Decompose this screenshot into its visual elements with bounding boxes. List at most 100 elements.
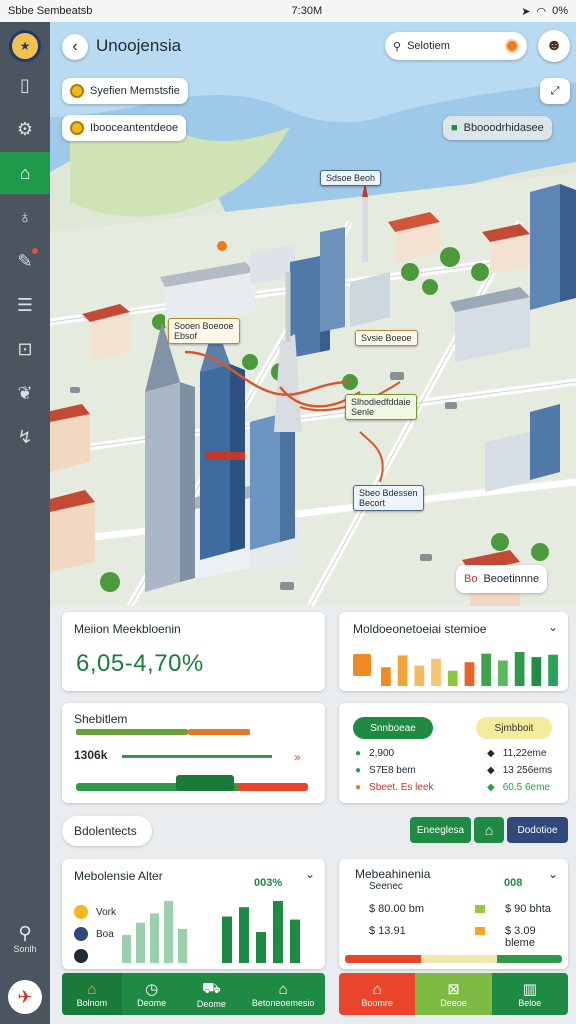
bank-icon: ⌂ — [278, 980, 288, 998]
coin-icon — [70, 121, 84, 135]
stat-track-highlight — [176, 775, 234, 791]
map-chip-top-label: Syefien Memstsfie — [90, 85, 180, 97]
finance-action-2[interactable]: ▥ Beloe — [491, 973, 568, 1015]
map-chip-bottom[interactable]: Bo Beoetinnne — [456, 565, 548, 593]
microphone-icon[interactable] — [505, 39, 519, 53]
tracker-bar — [256, 932, 266, 963]
map-illustration — [50, 22, 576, 606]
finance-card[interactable]: Mebeahinenia Seenec 008 ⌄ $ 80.00 bm $ 9… — [339, 859, 568, 969]
sidebar-item-documents[interactable]: ▯ — [0, 64, 50, 106]
map-chip-second[interactable]: Ibooceantentdeoe — [62, 115, 187, 141]
split-right-button[interactable]: Sjmbboit — [476, 717, 552, 739]
market-card-value: 6,05-4,70% — [76, 650, 204, 677]
stat-line — [122, 755, 272, 758]
mobility-chart-icon — [353, 654, 371, 676]
stat-bar-orange — [188, 729, 250, 735]
avatar[interactable]: ☻ — [538, 30, 570, 62]
map-toggle-button[interactable]: ⤢ — [540, 78, 570, 104]
map-label-tower[interactable]: Sdsoe Beoh — [320, 170, 382, 186]
tracker-card-pct: 003% — [254, 877, 283, 889]
mobility-bar — [381, 667, 391, 686]
tracker-card[interactable]: Mebolensie Alter 003% ⌄ Vork Boa — [62, 859, 325, 969]
coin-icon — [70, 84, 84, 98]
map-label-district-a-sub: Ebsof — [174, 331, 198, 341]
stat-bar-green — [76, 729, 188, 735]
chevron-down-icon[interactable]: ⌄ — [548, 867, 558, 881]
tracker-bar — [273, 901, 283, 963]
split-right-row: 11,22eme — [502, 748, 547, 759]
app-logo[interactable]: ★ — [9, 30, 41, 62]
split-right-row: 13 256ems — [502, 765, 553, 776]
map-chip-bottom-label: Beoetinnne — [483, 573, 540, 585]
map-label-district-b[interactable]: Svsie Boeoe — [355, 330, 418, 346]
tracker-legend: Vork Boa — [74, 901, 116, 967]
city-map[interactable]: Sdsoe Beoh Sooen Boeooe Ebsof Svsie Boeo… — [50, 22, 576, 606]
sidebar-help[interactable]: ⚲ Sonlh — [0, 923, 50, 954]
notification-dot — [32, 248, 38, 254]
help-icon: ⚲ — [18, 923, 32, 943]
stat-track-red — [238, 783, 308, 791]
route-icon: ⤢ — [550, 84, 560, 97]
sidebar-item-home[interactable]: ⌂ — [0, 152, 50, 194]
map-chip-second-label: Ibooceantentdeoe — [90, 122, 179, 134]
section-title: Bdolentects — [74, 824, 137, 838]
finance-action-0-label: Boomre — [361, 997, 393, 1008]
chevron-down-icon[interactable]: ⌄ — [548, 620, 558, 634]
split-left-button[interactable]: Snnboeae — [353, 717, 433, 739]
map-label-district-c-sub: Senle — [351, 407, 375, 417]
search-input[interactable]: ⚲ Selotiem — [385, 32, 527, 60]
stat-card-arrows: » — [294, 750, 301, 764]
sidebar-item-nature[interactable]: ❦ — [0, 372, 50, 414]
finance-action-0[interactable]: ⌂ Boomre — [339, 973, 416, 1015]
sidebar-item-list[interactable]: ☰ — [0, 284, 50, 326]
chevron-down-icon[interactable]: ⌄ — [305, 867, 315, 881]
circle-icon — [74, 949, 88, 963]
mobility-card-title: Moldoeonetoeiai stemioe — [353, 622, 487, 636]
tracker-action-0[interactable]: ⌂ Bolnom — [62, 973, 122, 1015]
sidebar-item-settings[interactable]: ⚙ — [0, 108, 50, 150]
section-home-button[interactable]: ⌂ — [474, 817, 504, 843]
mobility-card[interactable]: Moldoeonetoeiai stemioe ⌄ — [339, 612, 568, 691]
status-icons: ➤ ◠ 0% — [521, 5, 568, 18]
split-left-row: Sbeet. Es leek — [369, 782, 434, 793]
document-icon: ▯ — [20, 74, 30, 95]
finance-action-1[interactable]: ⊠ Deeoe — [415, 973, 492, 1015]
chevron-left-icon: ‹ — [72, 38, 78, 55]
tracker-action-1[interactable]: ◷ Deome — [122, 973, 182, 1015]
map-chip-top[interactable]: Syefien Memstsfie — [62, 78, 188, 104]
leaf-icon: ❦ — [17, 382, 33, 403]
mobility-bar — [498, 660, 508, 686]
sidebar-item-market[interactable]: ⊡ — [0, 328, 50, 370]
status-carrier: Sbbe Sembeatsb — [8, 5, 93, 17]
tracker-action-2[interactable]: ⛟ Deome — [182, 973, 242, 1015]
tracker-legend-item: Boa — [96, 928, 114, 940]
tracker-action-2-label: Deome — [196, 998, 226, 1009]
map-label-district-a[interactable]: Sooen Boeooe Ebsof — [168, 318, 240, 344]
market-card[interactable]: Meiion Meekbloenin 6,05-4,70% — [62, 612, 325, 691]
section-button-filter[interactable]: Eneeglesa — [410, 817, 471, 843]
gear-icon: ⚙ — [16, 118, 34, 139]
sidebar-item-stats[interactable]: ↯ — [0, 416, 50, 458]
back-button[interactable]: ‹ — [62, 34, 88, 60]
sidebar-item-alerts[interactable]: ♁ — [0, 196, 50, 238]
split-card[interactable]: Snnboeae Sjmbboit ● 2,900 ● S7E8 bem ● Sbee… — [339, 703, 568, 803]
map-chip-right[interactable]: ■ Bbooodrhidasee — [443, 116, 552, 140]
tracker-action-3[interactable]: ⌂ Betoneoemesio — [241, 973, 325, 1015]
map-label-district-d[interactable]: Sbeo Bdessen Becort — [353, 485, 424, 511]
section-button-docs[interactable]: Dodotioe — [507, 817, 568, 843]
finance-card-title: Mebeahinenia — [355, 867, 431, 881]
stat-card[interactable]: Shebitlem 1306k » — [62, 703, 325, 803]
mobility-bar — [548, 654, 558, 686]
mobility-bar — [447, 670, 458, 686]
sidebar-item-tools[interactable]: ✎ — [0, 240, 50, 282]
market-card-title: Meiion Meekbloenin — [74, 622, 181, 636]
map-label-district-c[interactable]: Slhodiedfddaie Senle — [345, 394, 417, 420]
stat-card-value: 1306k — [74, 748, 108, 762]
mobility-bar — [531, 657, 542, 686]
airplane-button[interactable]: ✈ — [8, 980, 42, 1014]
tracker-bar — [164, 901, 173, 963]
battery-text: 0% — [552, 5, 568, 17]
mobility-bar — [414, 665, 425, 686]
section-title-chip: Bdolentects — [62, 816, 152, 846]
split-right-list: ◆ 11,22eme ◆ 13 256ems ◆ 60.5 6eme — [487, 745, 552, 796]
